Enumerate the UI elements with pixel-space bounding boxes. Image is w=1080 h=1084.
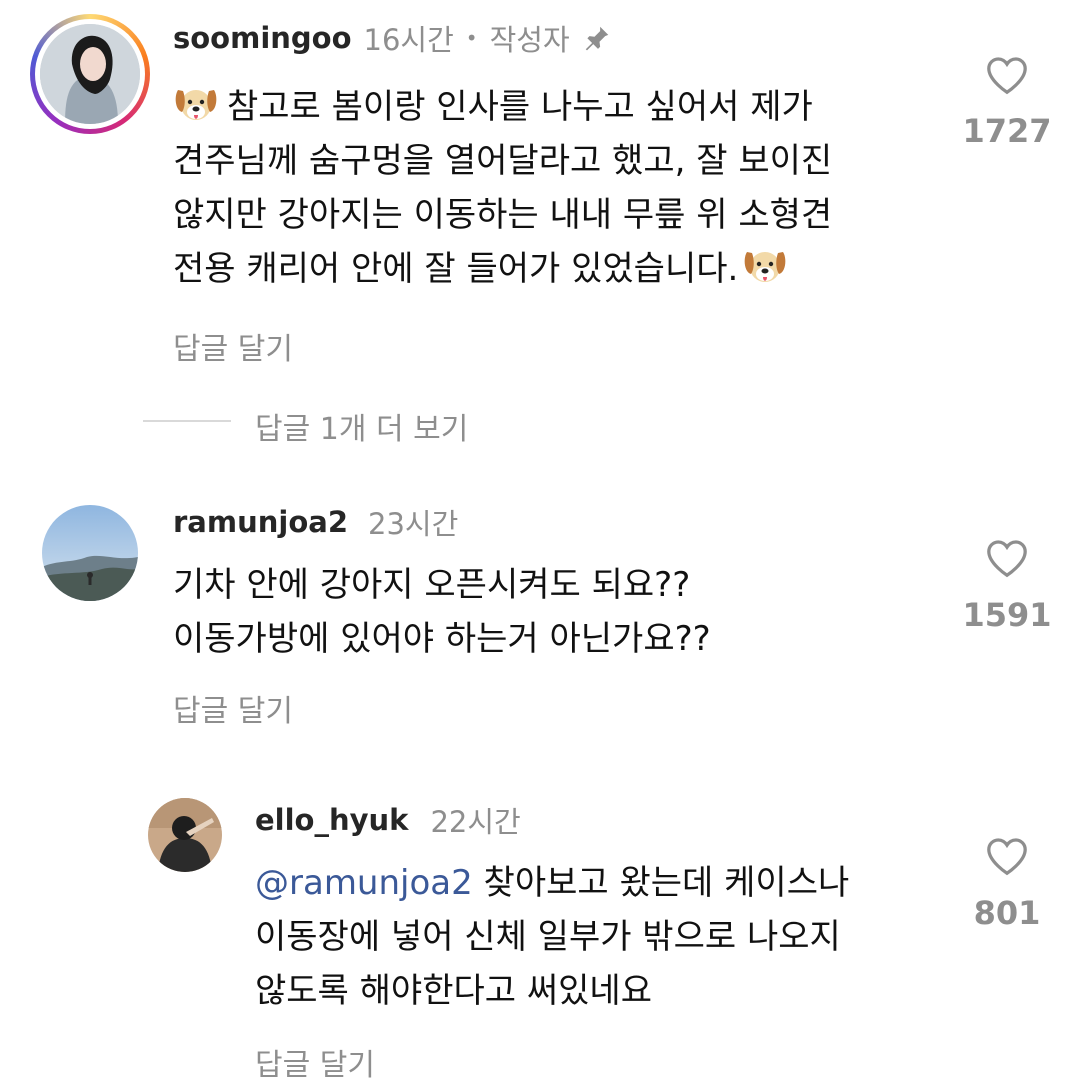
like-count: 801 xyxy=(973,894,1041,932)
reply-button[interactable]: 답글 달기 xyxy=(255,1040,375,1084)
avatar-story-ring[interactable] xyxy=(30,14,150,134)
comment-username[interactable]: ello_hyuk xyxy=(255,803,408,837)
like-button[interactable] xyxy=(985,836,1029,876)
comment-line: 기차 안에 강아지 오픈시켜도 되요?? xyxy=(173,565,691,605)
comment-body: 참고로 봄이랑 인사를 나누고 싶어서 제가 견주님께 숨구멍을 열어달라고 했… xyxy=(173,80,832,296)
comment-body: 기차 안에 강아지 오픈시켜도 되요?? 이동가방에 있어야 하는거 아닌가요?… xyxy=(173,558,711,666)
comment-line: 이동가방에 있어야 하는거 아닌가요?? xyxy=(173,619,711,659)
comment-username[interactable]: soomingoo xyxy=(173,21,352,55)
comment-line: 않도록 해야한다고 써있네요 xyxy=(255,971,652,1011)
reply-button[interactable]: 답글 달기 xyxy=(173,324,293,368)
pin-icon xyxy=(582,23,612,53)
heart-icon[interactable] xyxy=(985,538,1029,578)
comment-time: 23시간 xyxy=(368,507,459,541)
avatar[interactable] xyxy=(148,798,222,872)
dog-face-icon xyxy=(173,84,219,124)
heart-icon[interactable] xyxy=(985,836,1029,876)
reply-button[interactable]: 답글 달기 xyxy=(173,686,293,730)
like-button[interactable] xyxy=(985,55,1029,95)
comment-body: @ramunjoa2 찾아보고 왔는데 케이스나 이동장에 넣어 신체 일부가 … xyxy=(255,856,849,1018)
heart-icon[interactable] xyxy=(985,55,1029,95)
mention-link[interactable]: @ramunjoa2 xyxy=(255,863,473,903)
author-badge: 작성자 xyxy=(489,23,570,57)
comment-line: 견주님께 숨구멍을 열어달라고 했고, 잘 보이진 xyxy=(173,141,833,181)
view-more-replies-button[interactable]: 답글 1개 더 보기 xyxy=(255,404,468,448)
avatar[interactable] xyxy=(40,24,140,124)
comment-time: 22시간 xyxy=(430,805,521,839)
comment-username[interactable]: ramunjoa2 xyxy=(173,505,348,539)
avatar[interactable] xyxy=(42,505,138,601)
comment-line: 않지만 강아지는 이동하는 내내 무릎 위 소형견 xyxy=(173,195,833,235)
like-count: 1591 xyxy=(962,596,1052,634)
separator-dot: • xyxy=(465,26,478,50)
comment-line: 이동장에 넣어 신체 일부가 밖으로 나오지 xyxy=(255,917,841,957)
like-count: 1727 xyxy=(962,112,1052,150)
comment-line: 전용 캐리어 안에 잘 들어가 있었습니다. xyxy=(173,242,832,296)
like-button[interactable] xyxy=(985,538,1029,578)
dog-face-icon xyxy=(742,246,788,286)
comment-line: @ramunjoa2 찾아보고 왔는데 케이스나 xyxy=(255,863,850,903)
view-replies-divider xyxy=(143,420,231,422)
comment-time: 16시간 xyxy=(363,23,454,57)
comment-line: 참고로 봄이랑 인사를 나누고 싶어서 제가 xyxy=(173,80,832,134)
